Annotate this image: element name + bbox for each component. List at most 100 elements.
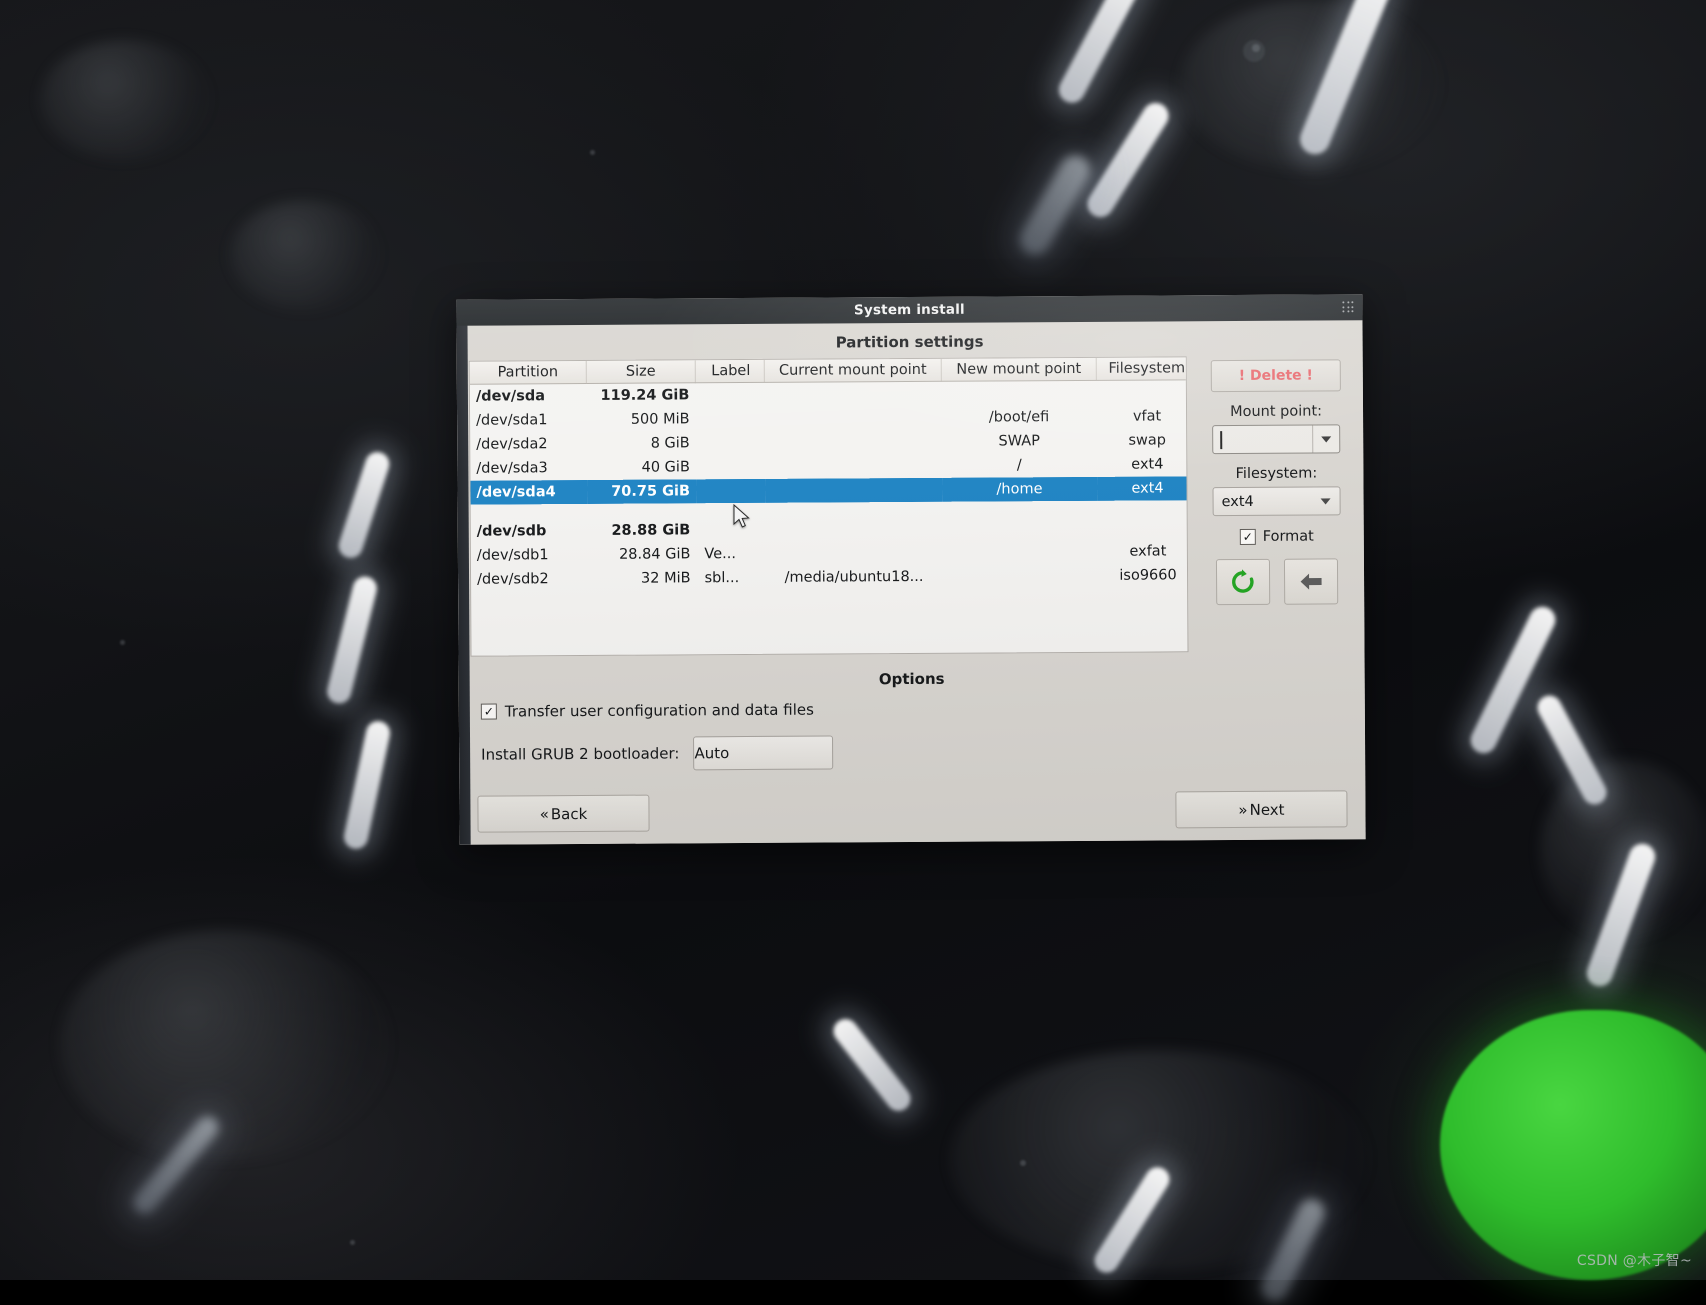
cell-size: 32 MiB <box>587 566 696 591</box>
section-title: Partition settings <box>469 330 1351 353</box>
mount-point-dropdown-button[interactable] <box>1312 425 1339 452</box>
cell-filesystem: swap <box>1097 428 1189 453</box>
cell-filesystem: ext4 <box>1097 452 1189 477</box>
dust-speck <box>350 1240 355 1245</box>
mount-point-input[interactable] <box>1212 424 1340 454</box>
dust-speck <box>1020 1160 1026 1166</box>
cell-filesystem: iso9660 <box>1097 563 1188 588</box>
dust-smudge <box>40 40 210 160</box>
cell-partition: /dev/sda2 <box>470 432 587 457</box>
next-chevron-icon: » <box>1238 800 1247 818</box>
light-reflection <box>1466 602 1560 757</box>
system-install-window: System install Partition settings Partit… <box>456 294 1365 845</box>
cell-new-mount: /home <box>942 477 1097 502</box>
cell-partition: /dev/sda1 <box>470 408 587 433</box>
format-checkbox-label: Format <box>1263 529 1314 545</box>
transfer-config-checkbox[interactable]: ✓ <box>481 704 497 720</box>
cell-label <box>695 382 764 407</box>
transfer-config-row[interactable]: ✓ Transfer user configuration and data f… <box>481 697 1353 720</box>
next-button[interactable]: » Next <box>1175 790 1347 828</box>
undo-button[interactable] <box>1284 558 1338 604</box>
grub-bootloader-value: Auto <box>694 744 729 762</box>
cell-current-mount <box>765 430 942 455</box>
green-light-blob <box>1440 1010 1706 1280</box>
cell-filesystem <box>1096 380 1188 405</box>
cell-size: 28.84 GiB <box>587 542 696 567</box>
text-caret <box>1220 431 1222 449</box>
cell-filesystem: exfat <box>1097 539 1188 564</box>
cell-size: 70.75 GiB <box>587 479 696 504</box>
cell-current-mount <box>765 541 942 566</box>
cell-label <box>696 407 765 431</box>
cell-current-mount: /media/ubuntu18... <box>765 565 942 590</box>
cell-label: sbl... <box>696 566 765 590</box>
cell-partition: /dev/sdb1 <box>471 543 588 568</box>
cell-size: 119.24 GiB <box>586 383 695 408</box>
cell-size: 40 GiB <box>587 455 696 480</box>
cell-size: 500 MiB <box>587 407 696 432</box>
format-checkbox[interactable]: ✓ <box>1240 529 1256 545</box>
column-header-new-mount[interactable]: New mount point <box>941 358 1096 381</box>
back-chevron-icon: « <box>540 805 549 823</box>
light-reflection <box>325 574 380 706</box>
cell-current-mount <box>765 517 942 542</box>
cell-partition: /dev/sda3 <box>470 456 587 481</box>
resize-grip-icon[interactable] <box>1342 301 1354 313</box>
cell-current-mount <box>765 454 942 479</box>
dialog-footer: « Back » Next <box>471 790 1353 834</box>
cell-new-mount: / <box>942 453 1097 478</box>
cell-label <box>696 518 765 542</box>
cell-label <box>696 431 765 455</box>
dust-speck <box>1243 40 1265 62</box>
light-reflection <box>342 719 393 851</box>
cell-size: 28.88 GiB <box>587 518 696 543</box>
cell-new-mount <box>942 540 1097 565</box>
dust-speck <box>590 150 595 155</box>
options-heading: Options <box>471 667 1353 690</box>
refresh-button[interactable] <box>1216 559 1270 605</box>
column-header-partition[interactable]: Partition <box>470 361 587 384</box>
column-header-current-mount[interactable]: Current mount point <box>764 359 941 383</box>
partition-table-body: /dev/sda119.24 GiB/dev/sda1500 MiB/boot/… <box>470 379 1189 591</box>
cell-label <box>696 479 765 503</box>
partition-controls-panel: ! Delete ! Mount point: Filesystem: ext4… <box>1201 355 1353 652</box>
cell-size: 8 GiB <box>587 431 696 456</box>
grub-bootloader-select[interactable]: Auto <box>693 735 833 770</box>
chevron-down-icon <box>1321 436 1331 442</box>
back-button[interactable]: « Back <box>477 795 649 833</box>
cell-new-mount: SWAP <box>942 429 1097 454</box>
watermark: CSDN @木子智~ <box>1577 1250 1692 1270</box>
light-reflection <box>336 449 393 561</box>
window-title: System install <box>456 299 1362 321</box>
table-row[interactable]: /dev/sdb232 MiBsbl.../media/ubuntu18... i… <box>471 563 1189 592</box>
column-header-label[interactable]: Label <box>695 360 764 383</box>
cell-partition: /dev/sdb <box>471 519 588 544</box>
cell-new-mount <box>942 516 1097 541</box>
cell-label: Ve... <box>696 542 765 566</box>
cell-filesystem: ext4 <box>1097 476 1189 501</box>
delete-button[interactable]: ! Delete ! <box>1211 359 1341 392</box>
cell-partition: /dev/sdb2 <box>471 567 588 592</box>
cell-current-mount <box>764 381 941 407</box>
mount-point-label: Mount point: <box>1230 403 1322 420</box>
cell-new-mount <box>941 380 1096 405</box>
transfer-config-label: Transfer user configuration and data fil… <box>505 701 814 721</box>
cell-current-mount <box>765 478 942 503</box>
dust-speck <box>120 640 125 645</box>
cell-new-mount <box>942 564 1097 589</box>
cell-partition: /dev/sda <box>470 383 587 408</box>
grub-bootloader-label: Install GRUB 2 bootloader: <box>481 744 679 763</box>
cell-label <box>696 455 765 479</box>
column-header-size[interactable]: Size <box>586 360 695 383</box>
refresh-icon <box>1229 568 1257 596</box>
chevron-down-icon <box>1321 498 1331 504</box>
column-header-filesystem[interactable]: Filesystem <box>1096 357 1188 380</box>
partition-table-container[interactable]: Partition Size Label Current mount point… <box>469 356 1189 656</box>
cell-partition: /dev/sda4 <box>470 480 587 505</box>
format-checkbox-row[interactable]: ✓ Format <box>1240 529 1314 545</box>
light-reflection <box>829 1014 916 1115</box>
partition-action-buttons <box>1216 558 1338 605</box>
light-reflection <box>1054 0 1147 107</box>
grub-bootloader-row: Install GRUB 2 bootloader: Auto <box>481 732 1353 771</box>
filesystem-select[interactable]: ext4 <box>1213 486 1341 516</box>
